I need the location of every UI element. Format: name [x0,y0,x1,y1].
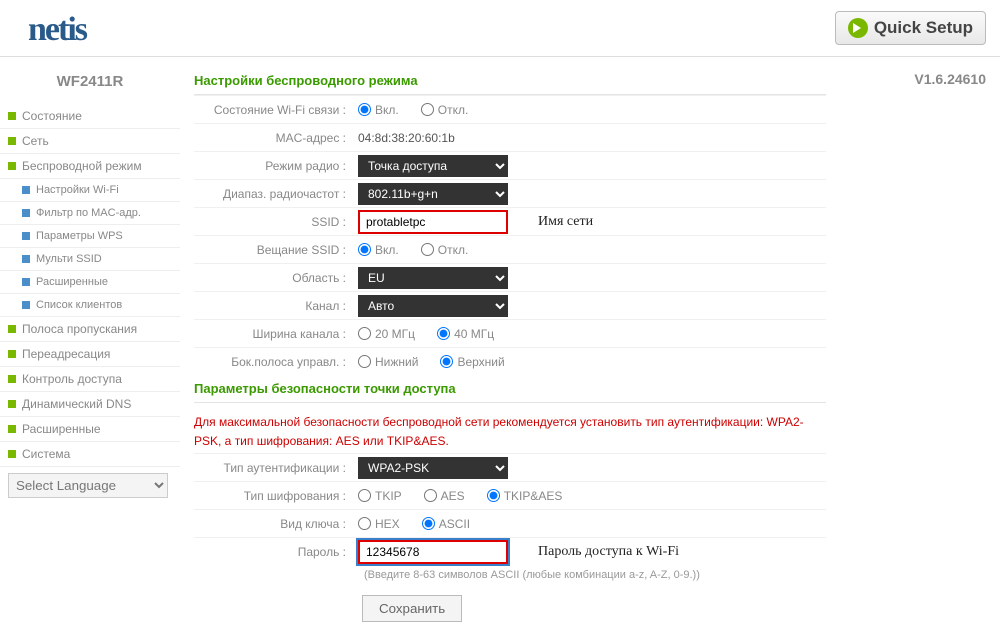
sideband-upper[interactable]: Верхний [440,355,504,369]
sideband-label: Бок.полоса управл. : [194,355,354,369]
keytype-label: Вид ключа : [194,517,354,531]
key-hex[interactable]: HEX [358,517,400,531]
sidebar-item-bandwidth[interactable]: Полоса пропускания [0,317,180,342]
band-label: Диапаз. радиочастот : [194,187,354,201]
radio-mode-select[interactable]: Точка доступа [358,155,508,177]
sidebar-item-wireless[interactable]: Беспроводной режим [0,154,180,179]
sidebar-sub-mssid[interactable]: Мульти SSID [0,248,180,271]
sidebar-sub-mac[interactable]: Фильтр по MAC-адр. [0,202,180,225]
sidebar-item-forwarding[interactable]: Переадресация [0,342,180,367]
main-content: Настройки беспроводного режима Состояние… [180,57,830,632]
mac-label: MAC-адрес : [194,131,354,145]
auth-select[interactable]: WPA2-PSK [358,457,508,479]
logo: netis [28,6,94,50]
auth-label: Тип аутентификации : [194,461,354,475]
password-input[interactable] [358,540,508,564]
encryption-label: Тип шифрования : [194,489,354,503]
sidebar-item-ddns[interactable]: Динамический DNS [0,392,180,417]
play-icon [848,18,868,38]
model-number: WF2411R [0,65,180,104]
enc-tkip[interactable]: TKIP [358,489,402,503]
channel-select[interactable]: Авто [358,295,508,317]
enc-tkipaes[interactable]: TKIP&AES [487,489,563,503]
ssid-label: SSID : [194,215,354,229]
wifi-state-label: Состояние Wi-Fi связи : [194,103,354,117]
channel-label: Канал : [194,299,354,313]
quick-setup-button[interactable]: Quick Setup [835,11,986,45]
width-label: Ширина канала : [194,327,354,341]
sidebar-item-system[interactable]: Система [0,442,180,467]
wifi-state-off[interactable]: Откл. [421,103,469,117]
version-label: V1.6.24610 [830,57,1000,632]
sidebar-sub-wifi[interactable]: Настройки Wi-Fi [0,179,180,202]
section-security-title: Параметры безопасности точки доступа [194,375,826,403]
section-wireless-title: Настройки беспроводного режима [194,67,826,95]
sidebar-item-access[interactable]: Контроль доступа [0,367,180,392]
wifi-state-on[interactable]: Вкл. [358,103,399,117]
ssid-annotation: Имя сети [538,214,593,230]
sidebar-item-status[interactable]: Состояние [0,104,180,129]
region-select[interactable]: EU [358,267,508,289]
password-annotation: Пароль доступа к Wi-Fi [538,544,679,560]
radio-mode-label: Режим радио : [194,159,354,173]
sidebar: WF2411R Состояние Сеть Беспроводной режи… [0,57,180,632]
broadcast-off[interactable]: Откл. [421,243,469,257]
header: netis Quick Setup [0,0,1000,57]
enc-aes[interactable]: AES [424,489,465,503]
sidebar-item-network[interactable]: Сеть [0,129,180,154]
width-40[interactable]: 40 МГц [437,327,494,341]
sidebar-item-advanced[interactable]: Расширенные [0,417,180,442]
sideband-lower[interactable]: Нижний [358,355,418,369]
sidebar-sub-advanced[interactable]: Расширенные [0,271,180,294]
sidebar-sub-clients[interactable]: Список клиентов [0,294,180,317]
sidebar-sub-wps[interactable]: Параметры WPS [0,225,180,248]
quick-setup-label: Quick Setup [874,18,973,38]
width-20[interactable]: 20 МГц [358,327,415,341]
mac-value: 04:8d:38:20:60:1b [358,131,455,145]
broadcast-label: Вещание SSID : [194,243,354,257]
key-ascii[interactable]: ASCII [422,517,470,531]
save-button[interactable]: Сохранить [362,595,462,622]
password-hint: (Введите 8-63 символов ASCII (любые комб… [194,565,826,591]
ssid-input[interactable] [358,210,508,234]
language-select[interactable]: Select Language [8,473,168,498]
broadcast-on[interactable]: Вкл. [358,243,399,257]
security-warning: Для максимальной безопасности беспроводн… [194,403,826,453]
band-select[interactable]: 802.11b+g+n [358,183,508,205]
region-label: Область : [194,271,354,285]
password-label: Пароль : [194,545,354,559]
